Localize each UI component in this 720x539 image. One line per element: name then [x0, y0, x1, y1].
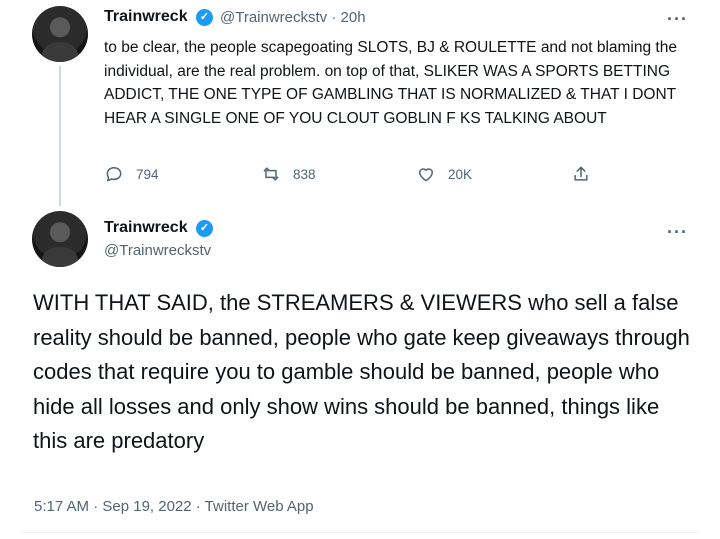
- divider: [20, 532, 700, 533]
- reply-count: 794: [136, 166, 159, 182]
- heart-icon: [419, 168, 433, 182]
- tweet1-text: to be clear, the people scapegoating SLO…: [104, 39, 677, 127]
- tweet-thread: Trainwreck ✓ @Trainwreckstv · 20h ··· to…: [0, 0, 720, 539]
- retweet-button[interactable]: 838: [261, 164, 316, 184]
- retweet-count: 838: [293, 166, 316, 182]
- tweet2-text: WITH THAT SAID, the STREAMERS & VIEWERS …: [33, 290, 690, 453]
- reply-bubble-icon: [106, 167, 122, 182]
- share-button[interactable]: [571, 164, 591, 184]
- tweet2-timestamp-source[interactable]: 5:17 AM · Sep 19, 2022 · Twitter Web App: [34, 498, 314, 515]
- more-horizontal-icon[interactable]: ···: [667, 223, 688, 241]
- thread-connector-line: [59, 66, 61, 206]
- avatar-tweet1[interactable]: [32, 6, 88, 62]
- retweet-arrows-icon: [263, 167, 279, 181]
- reply-button[interactable]: 794: [104, 164, 159, 184]
- tweet2-handle[interactable]: @Trainwreckstv: [104, 242, 211, 259]
- like-count: 20K: [448, 166, 473, 182]
- avatar-tweet2[interactable]: [32, 211, 88, 267]
- tweet2-author-name[interactable]: Trainwreck: [104, 219, 188, 237]
- verified-badge-icon: ✓: [196, 9, 213, 26]
- tweet1-handle-time[interactable]: @Trainwreckstv · 20h: [220, 9, 366, 26]
- tweet1-author-name[interactable]: Trainwreck: [104, 8, 188, 26]
- verified-badge-icon: ✓: [196, 220, 213, 237]
- share-upload-icon: [574, 166, 588, 181]
- more-horizontal-icon[interactable]: ···: [667, 10, 688, 28]
- like-button[interactable]: 20K: [416, 164, 472, 184]
